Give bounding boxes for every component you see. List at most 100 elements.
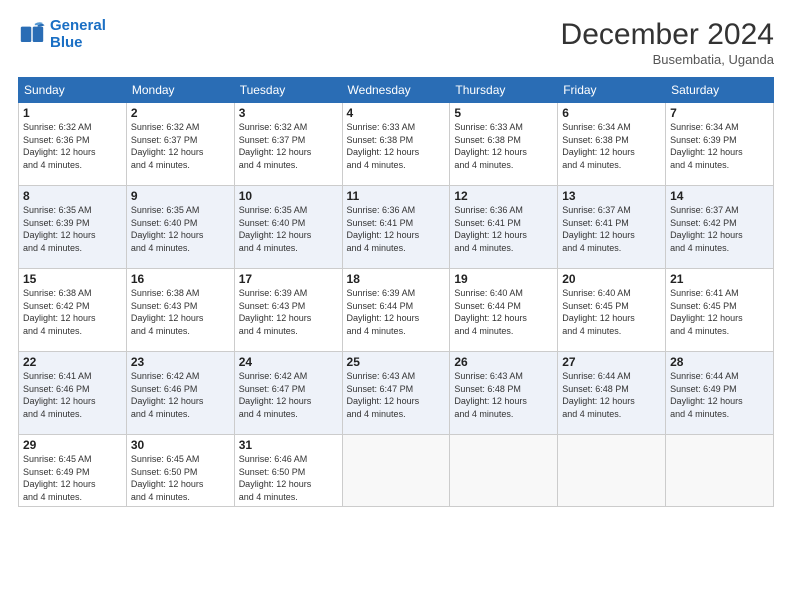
day-info: Sunrise: 6:35 AMSunset: 6:39 PMDaylight:… (23, 204, 122, 254)
day-number: 4 (347, 106, 446, 120)
day-info: Sunrise: 6:45 AMSunset: 6:49 PMDaylight:… (23, 453, 122, 503)
day-number: 9 (131, 189, 230, 203)
table-row: 27Sunrise: 6:44 AMSunset: 6:48 PMDayligh… (558, 352, 666, 435)
day-number: 18 (347, 272, 446, 286)
logo-general: General (50, 17, 106, 34)
table-row: 31Sunrise: 6:46 AMSunset: 6:50 PMDayligh… (234, 435, 342, 507)
logo-blue: Blue (50, 34, 83, 51)
table-row: 28Sunrise: 6:44 AMSunset: 6:49 PMDayligh… (666, 352, 774, 435)
table-row: 15Sunrise: 6:38 AMSunset: 6:42 PMDayligh… (19, 269, 127, 352)
day-info: Sunrise: 6:42 AMSunset: 6:47 PMDaylight:… (239, 370, 338, 420)
col-wednesday: Wednesday (342, 78, 450, 103)
table-row: 13Sunrise: 6:37 AMSunset: 6:41 PMDayligh… (558, 186, 666, 269)
title-block: December 2024 Busembatia, Uganda (561, 18, 774, 67)
day-info: Sunrise: 6:32 AMSunset: 6:37 PMDaylight:… (239, 121, 338, 171)
day-number: 30 (131, 438, 230, 452)
table-row: 2Sunrise: 6:32 AMSunset: 6:37 PMDaylight… (126, 103, 234, 186)
day-number: 22 (23, 355, 122, 369)
table-row: 1Sunrise: 6:32 AMSunset: 6:36 PMDaylight… (19, 103, 127, 186)
day-number: 28 (670, 355, 769, 369)
day-info: Sunrise: 6:43 AMSunset: 6:48 PMDaylight:… (454, 370, 553, 420)
table-row: 24Sunrise: 6:42 AMSunset: 6:47 PMDayligh… (234, 352, 342, 435)
day-info: Sunrise: 6:35 AMSunset: 6:40 PMDaylight:… (131, 204, 230, 254)
table-row: 7Sunrise: 6:34 AMSunset: 6:39 PMDaylight… (666, 103, 774, 186)
col-thursday: Thursday (450, 78, 558, 103)
day-info: Sunrise: 6:36 AMSunset: 6:41 PMDaylight:… (454, 204, 553, 254)
table-row: 17Sunrise: 6:39 AMSunset: 6:43 PMDayligh… (234, 269, 342, 352)
table-row (450, 435, 558, 507)
day-info: Sunrise: 6:46 AMSunset: 6:50 PMDaylight:… (239, 453, 338, 503)
table-row: 21Sunrise: 6:41 AMSunset: 6:45 PMDayligh… (666, 269, 774, 352)
table-row: 23Sunrise: 6:42 AMSunset: 6:46 PMDayligh… (126, 352, 234, 435)
day-number: 17 (239, 272, 338, 286)
calendar-week-row: 1Sunrise: 6:32 AMSunset: 6:36 PMDaylight… (19, 103, 774, 186)
table-row: 16Sunrise: 6:38 AMSunset: 6:43 PMDayligh… (126, 269, 234, 352)
day-number: 1 (23, 106, 122, 120)
day-number: 21 (670, 272, 769, 286)
logo-icon (18, 21, 46, 49)
day-info: Sunrise: 6:34 AMSunset: 6:38 PMDaylight:… (562, 121, 661, 171)
table-row: 25Sunrise: 6:43 AMSunset: 6:47 PMDayligh… (342, 352, 450, 435)
logo: General Blue (18, 18, 106, 51)
day-info: Sunrise: 6:39 AMSunset: 6:44 PMDaylight:… (347, 287, 446, 337)
table-row: 19Sunrise: 6:40 AMSunset: 6:44 PMDayligh… (450, 269, 558, 352)
day-number: 6 (562, 106, 661, 120)
page: General Blue December 2024 Busembatia, U… (0, 0, 792, 612)
table-row (666, 435, 774, 507)
day-info: Sunrise: 6:38 AMSunset: 6:42 PMDaylight:… (23, 287, 122, 337)
day-number: 26 (454, 355, 553, 369)
table-row: 18Sunrise: 6:39 AMSunset: 6:44 PMDayligh… (342, 269, 450, 352)
day-number: 20 (562, 272, 661, 286)
day-info: Sunrise: 6:41 AMSunset: 6:46 PMDaylight:… (23, 370, 122, 420)
table-row: 6Sunrise: 6:34 AMSunset: 6:38 PMDaylight… (558, 103, 666, 186)
day-number: 23 (131, 355, 230, 369)
day-number: 15 (23, 272, 122, 286)
day-number: 11 (347, 189, 446, 203)
day-info: Sunrise: 6:33 AMSunset: 6:38 PMDaylight:… (347, 121, 446, 171)
day-info: Sunrise: 6:37 AMSunset: 6:42 PMDaylight:… (670, 204, 769, 254)
col-tuesday: Tuesday (234, 78, 342, 103)
day-number: 5 (454, 106, 553, 120)
header: General Blue December 2024 Busembatia, U… (18, 18, 774, 67)
table-row: 22Sunrise: 6:41 AMSunset: 6:46 PMDayligh… (19, 352, 127, 435)
calendar-week-row: 29Sunrise: 6:45 AMSunset: 6:49 PMDayligh… (19, 435, 774, 507)
day-number: 27 (562, 355, 661, 369)
day-number: 31 (239, 438, 338, 452)
day-info: Sunrise: 6:36 AMSunset: 6:41 PMDaylight:… (347, 204, 446, 254)
table-row (558, 435, 666, 507)
month-title: December 2024 (561, 18, 774, 52)
table-row: 5Sunrise: 6:33 AMSunset: 6:38 PMDaylight… (450, 103, 558, 186)
day-number: 29 (23, 438, 122, 452)
col-sunday: Sunday (19, 78, 127, 103)
calendar-table: Sunday Monday Tuesday Wednesday Thursday… (18, 77, 774, 507)
day-number: 3 (239, 106, 338, 120)
day-number: 24 (239, 355, 338, 369)
day-number: 14 (670, 189, 769, 203)
table-row: 26Sunrise: 6:43 AMSunset: 6:48 PMDayligh… (450, 352, 558, 435)
table-row: 9Sunrise: 6:35 AMSunset: 6:40 PMDaylight… (126, 186, 234, 269)
table-row: 12Sunrise: 6:36 AMSunset: 6:41 PMDayligh… (450, 186, 558, 269)
day-info: Sunrise: 6:45 AMSunset: 6:50 PMDaylight:… (131, 453, 230, 503)
day-info: Sunrise: 6:44 AMSunset: 6:48 PMDaylight:… (562, 370, 661, 420)
calendar-week-row: 22Sunrise: 6:41 AMSunset: 6:46 PMDayligh… (19, 352, 774, 435)
day-number: 7 (670, 106, 769, 120)
day-number: 8 (23, 189, 122, 203)
table-row: 4Sunrise: 6:33 AMSunset: 6:38 PMDaylight… (342, 103, 450, 186)
table-row: 3Sunrise: 6:32 AMSunset: 6:37 PMDaylight… (234, 103, 342, 186)
table-row: 29Sunrise: 6:45 AMSunset: 6:49 PMDayligh… (19, 435, 127, 507)
day-info: Sunrise: 6:33 AMSunset: 6:38 PMDaylight:… (454, 121, 553, 171)
day-number: 13 (562, 189, 661, 203)
day-number: 25 (347, 355, 446, 369)
day-info: Sunrise: 6:37 AMSunset: 6:41 PMDaylight:… (562, 204, 661, 254)
day-info: Sunrise: 6:44 AMSunset: 6:49 PMDaylight:… (670, 370, 769, 420)
col-saturday: Saturday (666, 78, 774, 103)
calendar-week-row: 8Sunrise: 6:35 AMSunset: 6:39 PMDaylight… (19, 186, 774, 269)
day-info: Sunrise: 6:41 AMSunset: 6:45 PMDaylight:… (670, 287, 769, 337)
logo-text: General Blue (50, 18, 106, 51)
day-info: Sunrise: 6:35 AMSunset: 6:40 PMDaylight:… (239, 204, 338, 254)
table-row (342, 435, 450, 507)
table-row: 20Sunrise: 6:40 AMSunset: 6:45 PMDayligh… (558, 269, 666, 352)
col-monday: Monday (126, 78, 234, 103)
table-row: 10Sunrise: 6:35 AMSunset: 6:40 PMDayligh… (234, 186, 342, 269)
table-row: 11Sunrise: 6:36 AMSunset: 6:41 PMDayligh… (342, 186, 450, 269)
